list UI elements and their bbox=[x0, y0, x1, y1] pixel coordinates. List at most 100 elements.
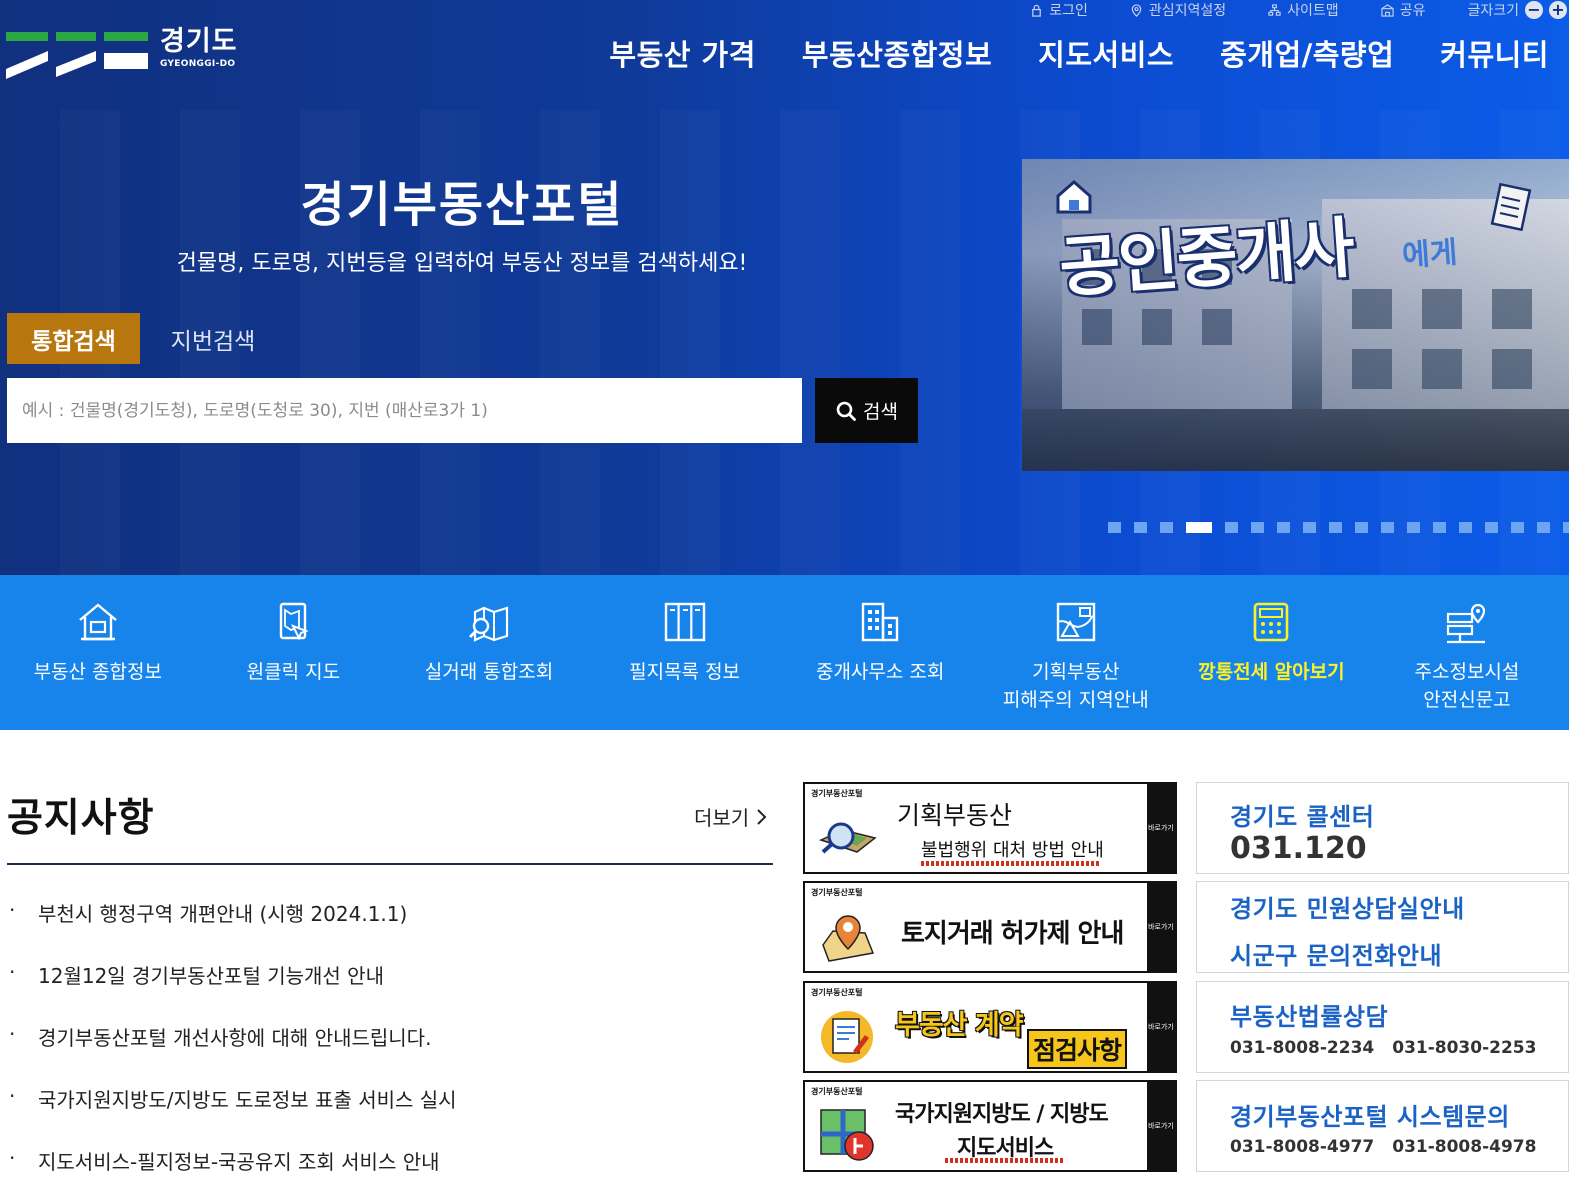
slider-dot[interactable] bbox=[1108, 522, 1121, 533]
banner-text-box: 점검사항 bbox=[1027, 1029, 1128, 1069]
login-label: 로그인 bbox=[1049, 3, 1088, 19]
nav-real-estate-info[interactable]: 부동산종합정보 bbox=[802, 32, 992, 74]
notice-bullet: · bbox=[9, 1084, 16, 1108]
quick-one-click-map[interactable]: 원클릭 지도 bbox=[196, 575, 392, 730]
quick-jeonse-check[interactable]: 깡통전세 알아보기 bbox=[1174, 575, 1370, 730]
call-center-box[interactable]: 경기도 콜센터 031.120 bbox=[1196, 782, 1569, 874]
quick-label: 원클릭 지도 bbox=[246, 661, 341, 683]
quick-label: 깡통전세 알아보기 bbox=[1198, 661, 1345, 683]
logo-korean: 경기도 bbox=[160, 26, 238, 57]
quick-label: 실거래 통합조회 bbox=[424, 661, 554, 683]
map-pin-icon bbox=[822, 915, 875, 962]
map-click-icon bbox=[280, 602, 310, 641]
civil-service-link[interactable]: 경기도 민원상담실안내 bbox=[1230, 889, 1465, 924]
contract-icon bbox=[821, 1011, 873, 1063]
quick-label: 피해주의 지역안내 bbox=[1002, 689, 1149, 711]
nav-community[interactable]: 커뮤니티 bbox=[1440, 32, 1549, 74]
legal-consult-box[interactable]: 부동산법률상담 031-8008-2234 031-8030-2253 bbox=[1196, 981, 1569, 1073]
search-icon bbox=[836, 401, 856, 421]
legal-phone-2: 031-8030-2253 bbox=[1392, 1038, 1537, 1058]
login-link[interactable]: 로그인 bbox=[1030, 0, 1088, 20]
banner-speculative-realestate[interactable]: 경기부동산포털 기획부동산 불법행위 대처 방법 안내 바로가기 bbox=[803, 782, 1177, 874]
banner-tag: 경기부동산포털 bbox=[811, 1087, 863, 1096]
quick-lot-list[interactable]: 필지목록 정보 bbox=[587, 575, 783, 730]
slider-dot[interactable] bbox=[1251, 522, 1264, 533]
search-button[interactable]: 검색 bbox=[815, 378, 918, 443]
chevron-right-icon bbox=[757, 808, 767, 825]
quick-label: 기획부동산 bbox=[1032, 661, 1120, 683]
legal-consult-title: 부동산법률상담 bbox=[1230, 1003, 1389, 1031]
slider-dot[interactable] bbox=[1225, 522, 1238, 533]
slider-dot[interactable] bbox=[1381, 522, 1394, 533]
slider-dot[interactable] bbox=[1485, 522, 1498, 533]
share-link[interactable]: 공유 bbox=[1381, 0, 1425, 20]
gyeonggi-logo[interactable]: 경기도 GYEONGGI-DO bbox=[6, 27, 238, 82]
quick-transaction-lookup[interactable]: 실거래 통합조회 bbox=[391, 575, 587, 730]
quick-speculative-warning[interactable]: 기획부동산 피해주의 지역안내 bbox=[978, 575, 1174, 730]
slider-dot[interactable] bbox=[1537, 522, 1550, 533]
slider-dot[interactable] bbox=[1511, 522, 1524, 533]
quick-label: 주소정보시설 bbox=[1414, 661, 1520, 683]
banner-road-map-service[interactable]: 경기부동산포털 국가지원지방도 / 지방도 지도서비스 바로가기 bbox=[803, 1080, 1177, 1172]
banner-land-transaction-permit[interactable]: 경기부동산포털 토지거래 허가제 안내 바로가기 bbox=[803, 881, 1177, 973]
slider-dot[interactable] bbox=[1329, 522, 1342, 533]
nav-brokerage-survey[interactable]: 중개업/측량업 bbox=[1220, 32, 1394, 74]
warning-map-icon bbox=[1056, 602, 1095, 642]
notice-bullet: · bbox=[9, 898, 16, 922]
search-input[interactable] bbox=[7, 378, 802, 443]
banner-shortcut: 바로가기 bbox=[1147, 1082, 1175, 1170]
system-inquiry-phones: 031-8008-4977 031-8008-4978 bbox=[1230, 1137, 1536, 1157]
slider-dot[interactable] bbox=[1433, 522, 1446, 533]
notice-item[interactable]: · 지도서비스-필지정보-국공유지 조회 서비스 안내 bbox=[7, 1146, 773, 1184]
city-contact-link[interactable]: 시군구 문의전화안내 bbox=[1230, 936, 1442, 971]
font-increase-button[interactable]: + bbox=[1549, 1, 1567, 19]
document-icon bbox=[1490, 183, 1532, 231]
banner-shortcut: 바로가기 bbox=[1147, 983, 1175, 1071]
tab-combined-search[interactable]: 통합검색 bbox=[7, 313, 140, 364]
slider-dot[interactable] bbox=[1134, 522, 1147, 533]
font-decrease-button[interactable]: − bbox=[1525, 1, 1543, 19]
banner-squiggle bbox=[921, 861, 1101, 866]
quick-address-safety-report[interactable]: 주소정보시설 안전신문고 bbox=[1369, 575, 1565, 730]
region-setting-link[interactable]: 관심지역설정 bbox=[1130, 0, 1226, 20]
notice-item[interactable]: · 부천시 행정구역 개편안내 (시행 2024.1.1) bbox=[7, 898, 773, 960]
road-map-icon bbox=[820, 1109, 874, 1161]
quick-broker-office[interactable]: 중개사무소 조회 bbox=[782, 575, 978, 730]
slider-dot[interactable] bbox=[1160, 522, 1173, 533]
location-pin-icon bbox=[1131, 3, 1142, 17]
tab-lot-number-search[interactable]: 지번검색 bbox=[150, 313, 276, 364]
system-inquiry-box[interactable]: 경기부동산포털 시스템문의 031-8008-4977 031-8008-4978 bbox=[1196, 1080, 1569, 1172]
sitemap-link[interactable]: 사이트맵 bbox=[1268, 0, 1339, 20]
slider-dot[interactable] bbox=[1355, 522, 1368, 533]
font-size-control: 글자크기 − + bbox=[1467, 0, 1567, 20]
banner-shortcut: 바로가기 bbox=[1147, 784, 1175, 872]
banner-tag: 경기부동산포털 bbox=[811, 988, 863, 997]
nav-real-estate-price[interactable]: 부동산 가격 bbox=[609, 32, 756, 74]
system-phone-1: 031-8008-4977 bbox=[1230, 1137, 1375, 1157]
slider-dot[interactable] bbox=[1277, 522, 1290, 533]
slider-dot[interactable] bbox=[1407, 522, 1420, 533]
notice-more-link[interactable]: 더보기 bbox=[694, 802, 767, 831]
promo-banner[interactable]: 공인중개사 에게 bbox=[1022, 159, 1569, 471]
slider-dot[interactable] bbox=[1563, 522, 1569, 533]
slider-dot[interactable] bbox=[1459, 522, 1472, 533]
nav-map-service[interactable]: 지도서비스 bbox=[1038, 32, 1174, 74]
slider-dot[interactable] bbox=[1186, 522, 1212, 533]
notice-item[interactable]: · 경기부동산포털 개선사항에 대해 안내드립니다. bbox=[7, 1022, 773, 1084]
banner-contract-checklist[interactable]: 경기부동산포털 부동산 계약 점검사항 바로가기 bbox=[803, 981, 1177, 1073]
share-icon bbox=[1381, 3, 1394, 17]
gyeonggi-logo-mark bbox=[6, 32, 148, 79]
notice-item[interactable]: · 12월12일 경기부동산포털 기능개선 안내 bbox=[7, 960, 773, 1022]
slider-dot[interactable] bbox=[1303, 522, 1316, 533]
notice-item[interactable]: · 국가지원지방도/지방도 도로정보 표출 서비스 실시 bbox=[7, 1084, 773, 1146]
quick-real-estate-info[interactable]: 부동산 종합정보 bbox=[0, 575, 196, 730]
legal-phone-1: 031-8008-2234 bbox=[1230, 1038, 1375, 1058]
notice-bullet: · bbox=[9, 960, 16, 984]
logo-english: GYEONGGI-DO bbox=[160, 59, 236, 69]
quick-label: 중개사무소 조회 bbox=[815, 661, 945, 683]
banner-shortcut: 바로가기 bbox=[1147, 883, 1175, 971]
page-subtitle: 건물명, 도로명, 지번등을 입력하여 부동산 정보를 검색하세요! bbox=[176, 251, 748, 276]
banner-text: 부동산 계약 bbox=[895, 1010, 1024, 1041]
notice-text: 12월12일 경기부동산포털 기능개선 안내 bbox=[38, 964, 384, 988]
notice-bullet: · bbox=[9, 1022, 16, 1046]
